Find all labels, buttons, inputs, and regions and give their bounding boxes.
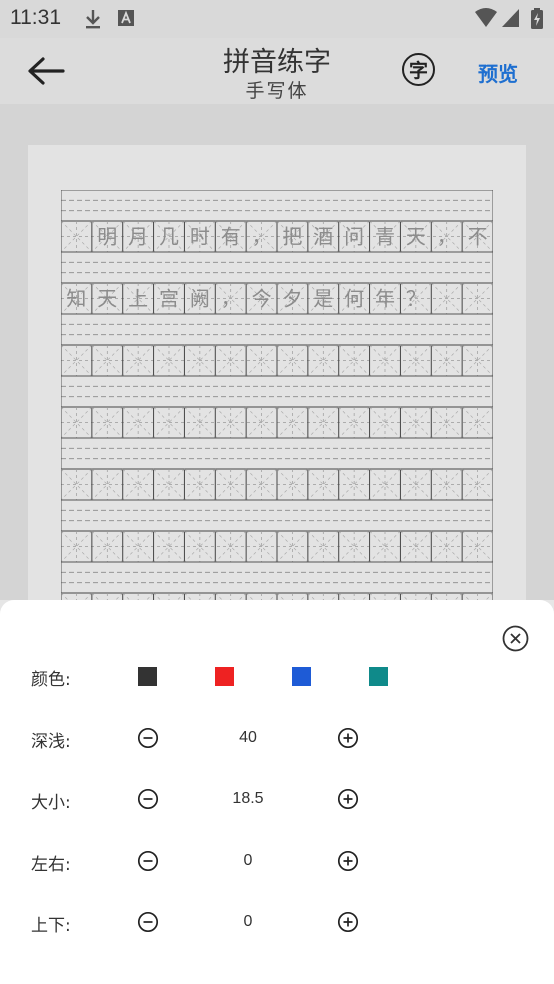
practice-char: 月 (128, 225, 148, 249)
vertical-increase-icon[interactable] (337, 911, 359, 933)
color-swatch-red[interactable] (215, 667, 234, 686)
practice-char: ， (437, 225, 457, 249)
battery-charging-icon (531, 8, 543, 29)
depth-value: 40 (239, 729, 257, 746)
text-app-icon (118, 10, 134, 26)
horizontal-decrease-icon[interactable] (137, 850, 159, 872)
practice-char: 知 (66, 287, 86, 311)
horizontal-value: 0 (243, 852, 253, 869)
practice-char: 问 (344, 225, 364, 249)
practice-char: 今 (252, 287, 272, 311)
practice-char: 天 (97, 287, 117, 311)
practice-char: 明 (97, 225, 117, 249)
horizontal-label: 左右: (31, 855, 71, 875)
depth-increase-icon[interactable] (337, 727, 359, 749)
font-select-button[interactable]: 字 (402, 53, 435, 86)
size-label: 大小: (31, 793, 71, 813)
color-swatch-blue[interactable] (292, 667, 311, 686)
practice-char: 酒 (313, 225, 333, 249)
practice-char: 把 (282, 225, 302, 249)
size-decrease-icon[interactable] (137, 788, 159, 810)
size-value: 18.5 (232, 790, 264, 807)
depth-label: 深浅: (31, 732, 71, 752)
app-bar: 拼音练字 手写体 字 预览 (0, 38, 554, 105)
practice-char: 夕 (282, 287, 302, 311)
close-icon[interactable] (502, 625, 529, 652)
cellular-signal-icon (502, 9, 519, 27)
download-icon (86, 10, 100, 29)
practice-char: ， (252, 225, 272, 249)
practice-char: ？ (406, 287, 426, 311)
practice-char: 是 (313, 287, 333, 311)
practice-char: 天 (406, 225, 426, 249)
vertical-value: 0 (243, 913, 253, 930)
size-increase-icon[interactable] (337, 788, 359, 810)
practice-char: 时 (190, 225, 210, 249)
vertical-decrease-icon[interactable] (137, 911, 159, 933)
wifi-icon (475, 8, 497, 27)
practice-char: 阙 (190, 287, 210, 311)
practice-char: 不 (468, 225, 488, 249)
color-label: 颜色: (31, 670, 71, 690)
practice-char: 几 (159, 225, 179, 249)
practice-char: 年 (375, 287, 395, 311)
practice-char: 有 (221, 225, 241, 249)
depth-decrease-icon[interactable] (137, 727, 159, 749)
vertical-label: 上下: (31, 916, 71, 936)
practice-char: 青 (375, 225, 395, 249)
page-title: 拼音练字 (223, 47, 331, 78)
preview-button[interactable]: 预览 (478, 58, 518, 87)
color-swatch-teal[interactable] (369, 667, 388, 686)
practice-char: 上 (128, 287, 148, 311)
practice-char: ， (221, 287, 241, 311)
status-time: 11:31 (10, 6, 61, 29)
horizontal-increase-icon[interactable] (337, 850, 359, 872)
practice-char: 何 (344, 287, 364, 311)
status-bar: 11:31 (0, 0, 554, 38)
color-swatch-dark[interactable] (138, 667, 157, 686)
page-subtitle: 手写体 (245, 80, 309, 102)
practice-char: 宫 (159, 287, 179, 311)
practice-grid: 明月几时有，把酒问青天，不知天上宫阙，今夕是何年？ (61, 190, 493, 600)
